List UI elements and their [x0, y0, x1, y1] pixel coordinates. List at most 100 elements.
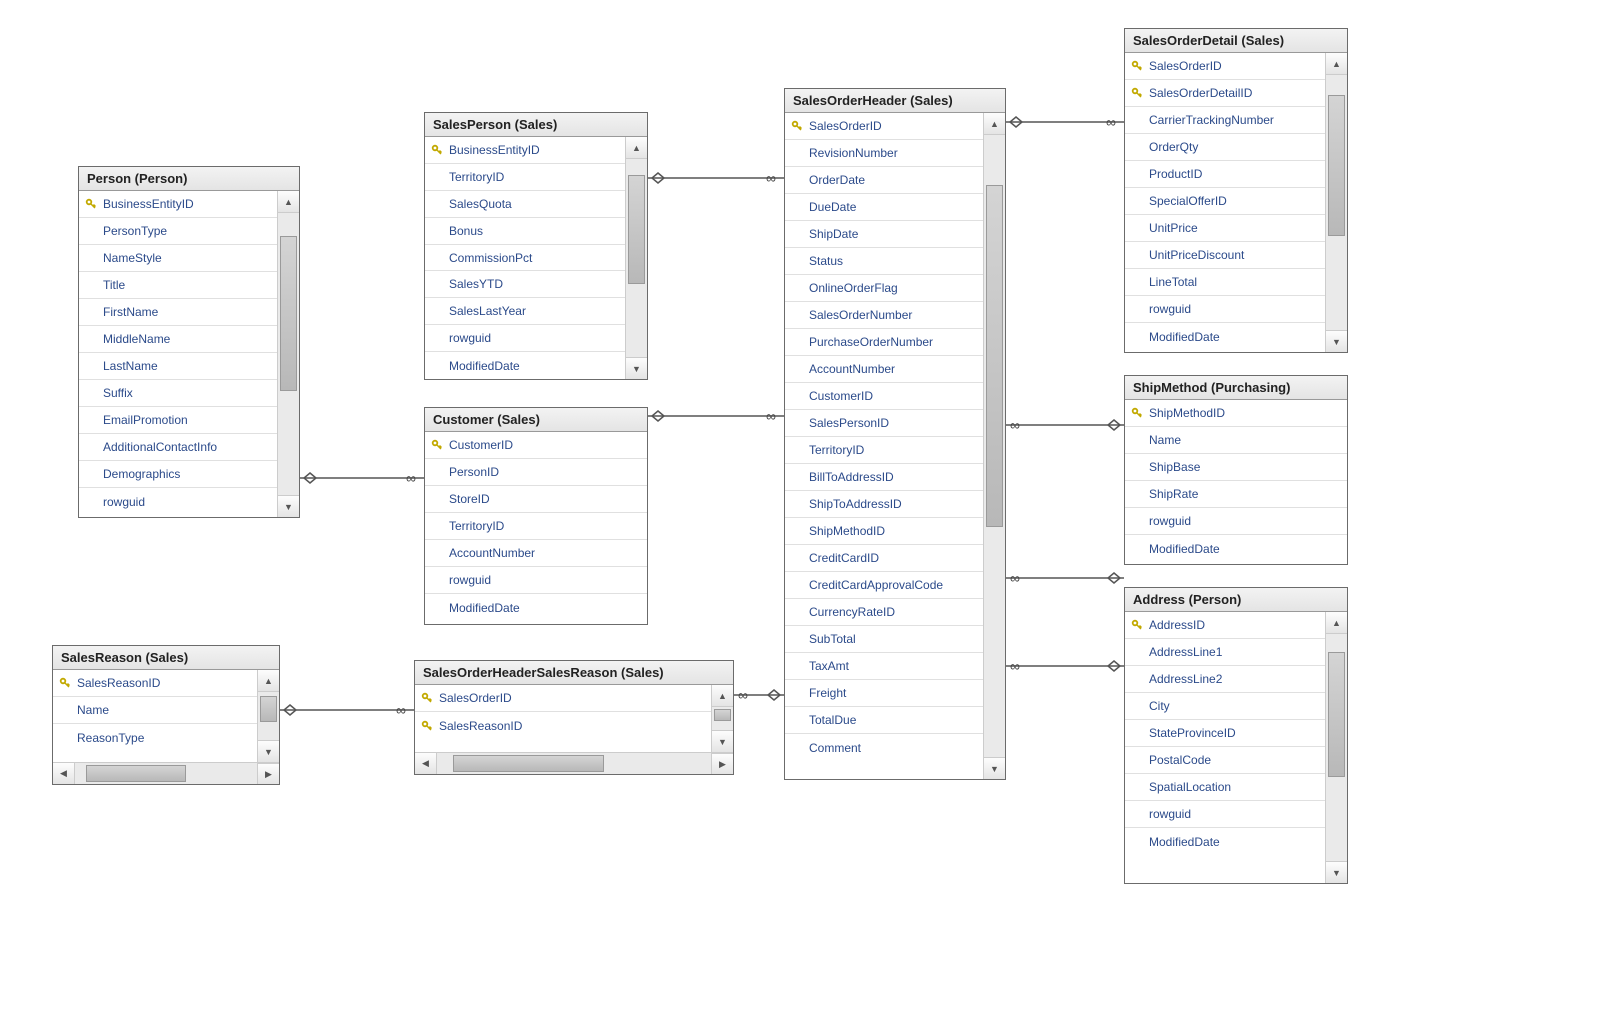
scroll-track[interactable]	[278, 213, 299, 495]
table-customer[interactable]: Customer (Sales)CustomerIDPersonIDStoreI…	[424, 407, 648, 625]
column-row[interactable]: Demographics	[79, 461, 277, 488]
column-row[interactable]: UnitPriceDiscount	[1125, 242, 1325, 269]
column-row[interactable]: PurchaseOrderNumber	[785, 329, 983, 356]
table-shipmethod[interactable]: ShipMethod (Purchasing)ShipMethodIDName S…	[1124, 375, 1348, 565]
scroll-track[interactable]	[1326, 75, 1347, 330]
column-row[interactable]: ModifiedDate	[425, 352, 625, 379]
scroll-up-button[interactable]: ▲	[626, 137, 647, 159]
scroll-left-button[interactable]: ◀	[53, 763, 75, 784]
scroll-down-button[interactable]: ▼	[1326, 861, 1347, 883]
column-row[interactable]: AddressLine1	[1125, 639, 1325, 666]
column-row[interactable]: ShipMethodID	[785, 518, 983, 545]
column-row[interactable]: rowguid	[425, 325, 625, 352]
column-row[interactable]: FirstName	[79, 299, 277, 326]
column-row[interactable]: rowguid	[1125, 801, 1325, 828]
column-row[interactable]: SubTotal	[785, 626, 983, 653]
column-row[interactable]: CarrierTrackingNumber	[1125, 107, 1325, 134]
column-row[interactable]: LastName	[79, 353, 277, 380]
column-row[interactable]: SalesReasonID	[53, 670, 257, 697]
column-row[interactable]: ShipToAddressID	[785, 491, 983, 518]
column-row[interactable]: MiddleName	[79, 326, 277, 353]
diagram-canvas[interactable]: Person (Person)BusinessEntityIDPersonTyp…	[0, 0, 1619, 1014]
column-row[interactable]: ShipMethodID	[1125, 400, 1347, 427]
column-row[interactable]: ProductID	[1125, 161, 1325, 188]
column-row[interactable]: ShipRate	[1125, 481, 1347, 508]
table-person[interactable]: Person (Person)BusinessEntityIDPersonTyp…	[78, 166, 300, 518]
scroll-thumb[interactable]	[628, 175, 645, 284]
column-row[interactable]: SalesYTD	[425, 271, 625, 298]
column-row[interactable]: SalesOrderID	[785, 113, 983, 140]
scroll-down-button[interactable]: ▼	[258, 740, 279, 762]
column-row[interactable]: LineTotal	[1125, 269, 1325, 296]
table-title[interactable]: Address (Person)	[1125, 588, 1347, 612]
scroll-down-button[interactable]: ▼	[278, 495, 299, 517]
column-row[interactable]: SalesPersonID	[785, 410, 983, 437]
scroll-thumb[interactable]	[1328, 95, 1345, 235]
column-row[interactable]: Name	[1125, 427, 1347, 454]
table-title[interactable]: SalesOrderHeader (Sales)	[785, 89, 1005, 113]
column-row[interactable]: SalesLastYear	[425, 298, 625, 325]
scroll-track[interactable]	[75, 763, 257, 784]
column-row[interactable]: PersonID	[425, 459, 647, 486]
scroll-left-button[interactable]: ◀	[415, 753, 437, 774]
scroll-thumb[interactable]	[714, 709, 731, 722]
column-row[interactable]: SalesOrderID	[415, 685, 711, 712]
column-row[interactable]: AccountNumber	[785, 356, 983, 383]
column-row[interactable]: RevisionNumber	[785, 140, 983, 167]
horizontal-scrollbar[interactable]: ◀▶	[415, 752, 733, 774]
column-row[interactable]: NameStyle	[79, 245, 277, 272]
column-row[interactable]: PostalCode	[1125, 747, 1325, 774]
column-row[interactable]: BusinessEntityID	[425, 137, 625, 164]
column-row[interactable]: SalesOrderNumber	[785, 302, 983, 329]
column-row[interactable]: EmailPromotion	[79, 407, 277, 434]
column-row[interactable]: CustomerID	[785, 383, 983, 410]
column-row[interactable]: SpecialOfferID	[1125, 188, 1325, 215]
table-title[interactable]: ShipMethod (Purchasing)	[1125, 376, 1347, 400]
horizontal-scrollbar[interactable]: ◀▶	[53, 762, 279, 784]
column-row[interactable]: SpatialLocation	[1125, 774, 1325, 801]
column-row[interactable]: AccountNumber	[425, 540, 647, 567]
scroll-down-button[interactable]: ▼	[1326, 330, 1347, 352]
column-row[interactable]: ModifiedDate	[1125, 323, 1325, 350]
column-row[interactable]: TerritoryID	[785, 437, 983, 464]
scroll-up-button[interactable]: ▲	[258, 670, 279, 692]
column-row[interactable]: ModifiedDate	[1125, 828, 1325, 855]
column-row[interactable]: Name	[53, 697, 257, 724]
vertical-scrollbar[interactable]: ▲▼	[277, 191, 299, 517]
table-title[interactable]: SalesReason (Sales)	[53, 646, 279, 670]
vertical-scrollbar[interactable]: ▲▼	[983, 113, 1005, 779]
column-row[interactable]: TerritoryID	[425, 513, 647, 540]
scroll-down-button[interactable]: ▼	[984, 757, 1005, 779]
scroll-track[interactable]	[258, 692, 279, 740]
vertical-scrollbar[interactable]: ▲▼	[1325, 53, 1347, 352]
column-row[interactable]: ShipDate	[785, 221, 983, 248]
column-row[interactable]: PersonType	[79, 218, 277, 245]
table-title[interactable]: Customer (Sales)	[425, 408, 647, 432]
column-row[interactable]: CustomerID	[425, 432, 647, 459]
scroll-track[interactable]	[626, 159, 647, 357]
scroll-thumb[interactable]	[1328, 652, 1345, 777]
column-row[interactable]: City	[1125, 693, 1325, 720]
column-row[interactable]: rowguid	[79, 488, 277, 515]
scroll-up-button[interactable]: ▲	[278, 191, 299, 213]
scroll-down-button[interactable]: ▼	[712, 730, 733, 752]
scroll-thumb[interactable]	[280, 236, 297, 391]
column-row[interactable]: UnitPrice	[1125, 215, 1325, 242]
scroll-track[interactable]	[984, 135, 1005, 757]
column-row[interactable]: OrderQty	[1125, 134, 1325, 161]
table-address[interactable]: Address (Person)AddressIDAddressLine1Add…	[1124, 587, 1348, 884]
table-title[interactable]: SalesOrderHeaderSalesReason (Sales)	[415, 661, 733, 685]
column-row[interactable]: BusinessEntityID	[79, 191, 277, 218]
scroll-thumb[interactable]	[260, 696, 277, 722]
column-row[interactable]: CurrencyRateID	[785, 599, 983, 626]
table-sod[interactable]: SalesOrderDetail (Sales)SalesOrderIDSale…	[1124, 28, 1348, 353]
table-soh[interactable]: SalesOrderHeader (Sales)SalesOrderIDRevi…	[784, 88, 1006, 780]
scroll-up-button[interactable]: ▲	[712, 685, 733, 707]
column-row[interactable]: CommissionPct	[425, 245, 625, 272]
scroll-up-button[interactable]: ▲	[1326, 53, 1347, 75]
column-row[interactable]: Suffix	[79, 380, 277, 407]
scroll-up-button[interactable]: ▲	[1326, 612, 1347, 634]
column-row[interactable]: Status	[785, 248, 983, 275]
column-row[interactable]: Comment	[785, 734, 983, 761]
scroll-track[interactable]	[712, 707, 733, 730]
